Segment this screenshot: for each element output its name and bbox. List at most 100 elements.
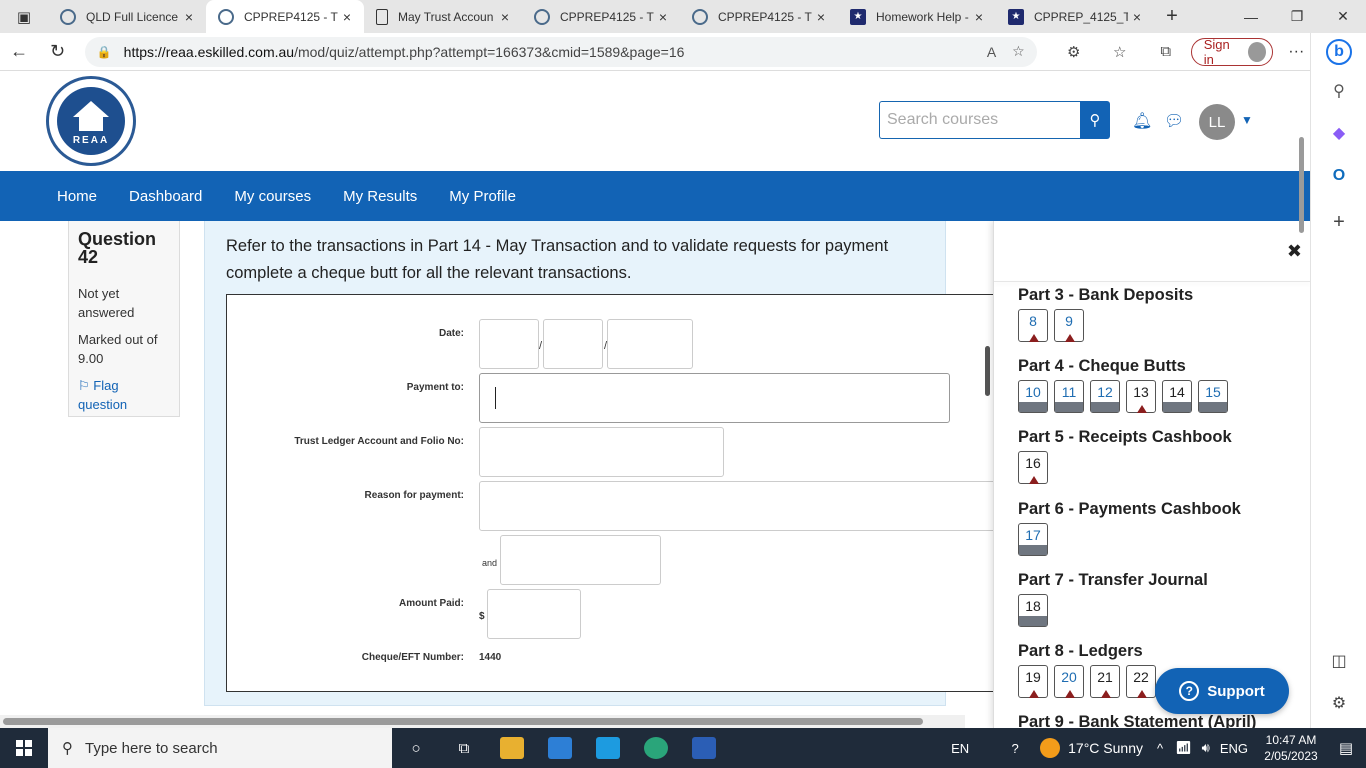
favorites-icon[interactable]: ☆ (1097, 43, 1143, 61)
quiz-nav-button[interactable]: 21 (1090, 665, 1120, 698)
quiz-nav-button[interactable]: 9 (1054, 309, 1084, 342)
clock[interactable]: 10:47 AM 2/05/2023 (1256, 732, 1326, 764)
quiz-nav-button[interactable]: 20 (1054, 665, 1084, 698)
quiz-nav-button[interactable]: 16 (1018, 451, 1048, 484)
word-icon[interactable] (680, 728, 728, 768)
restore-icon[interactable]: ❐ (1274, 0, 1320, 33)
weather-text[interactable]: 17°C Sunny (1068, 740, 1143, 756)
settings-gear-icon[interactable]: ⚙ (1328, 693, 1350, 715)
add-sidebar-icon[interactable]: + (1328, 211, 1350, 233)
drawer-scrollbar-thumb[interactable] (1299, 137, 1304, 233)
close-tab-icon[interactable]: × (812, 9, 830, 25)
question-info: Question 42 Not yet answered Marked out o… (68, 221, 180, 417)
browser-tab[interactable]: ★ Homework Help - × (838, 0, 996, 33)
input-language-short[interactable]: EN (930, 741, 990, 756)
sign-in-button[interactable]: Sign in (1190, 37, 1273, 67)
collections-icon[interactable]: ⧉ (1143, 43, 1189, 60)
support-button[interactable]: ? Support (1155, 668, 1289, 714)
quiz-nav-button[interactable]: 11 (1054, 380, 1084, 413)
browser-tab[interactable]: ★ CPPREP_4125_Tru × (996, 0, 1154, 33)
volume-icon[interactable]: 🔊︎ (1202, 740, 1210, 756)
add-favorite-icon[interactable]: ☆ (1012, 43, 1025, 60)
cortana-icon[interactable]: ○ (392, 728, 440, 768)
file-explorer-icon[interactable] (488, 728, 536, 768)
messages-chat-icon[interactable]: 💬︎ (1164, 111, 1184, 131)
content-scrollbar-thumb[interactable] (985, 346, 990, 396)
quiz-nav-button[interactable]: 22 (1126, 665, 1156, 698)
close-tab-icon[interactable]: × (654, 9, 672, 25)
section-title: Part 5 - Receipts Cashbook (1018, 428, 1232, 446)
amount-input[interactable] (487, 589, 581, 639)
close-tab-icon[interactable]: × (1128, 9, 1146, 25)
close-drawer-icon[interactable]: ✖ (1287, 241, 1302, 262)
read-aloud-icon[interactable]: A (987, 44, 996, 60)
close-tab-icon[interactable]: × (338, 9, 356, 25)
payment-to-input[interactable] (479, 373, 950, 423)
more-options-icon[interactable]: ··· (1283, 43, 1310, 61)
shopping-icon[interactable]: ◆ (1328, 123, 1350, 145)
extensions-icon[interactable]: ⚙ (1051, 43, 1097, 61)
date-day-input[interactable] (479, 319, 539, 369)
url-field[interactable]: 🔒 https://reaa.eskilled.com.au/mod/quiz/… (84, 36, 1037, 67)
close-tab-icon[interactable]: × (496, 9, 514, 25)
input-language[interactable]: ENG (1220, 741, 1248, 756)
browser-tab[interactable]: May Trust Accoun × (364, 0, 522, 33)
flag-question-link[interactable]: ⚐ Flag question (78, 376, 170, 414)
network-icon[interactable]: 📶︎ (1175, 740, 1192, 756)
edge-icon[interactable] (632, 728, 680, 768)
windows-start-button[interactable] (0, 728, 48, 768)
store-icon[interactable] (536, 728, 584, 768)
close-window-icon[interactable]: ✕ (1320, 0, 1366, 33)
nav-my-profile[interactable]: My Profile (433, 188, 532, 205)
quiz-nav-button[interactable]: 17 (1018, 523, 1048, 556)
search-button[interactable]: ⚲ (1080, 101, 1110, 139)
reason-input[interactable] (479, 481, 999, 531)
help-tray-icon[interactable]: ? (990, 741, 1040, 756)
ledger-folio-input[interactable] (479, 427, 724, 477)
new-tab-icon[interactable]: + (1154, 0, 1190, 33)
horizontal-scrollbar[interactable] (0, 715, 965, 728)
ledger-folio-label: Trust Ledger Account and Folio No: (294, 436, 464, 447)
taskbar-search[interactable]: ⚲ Type here to search (48, 728, 392, 768)
quiz-nav-button[interactable]: 10 (1018, 380, 1048, 413)
quiz-nav-button[interactable]: 15 (1198, 380, 1228, 413)
nav-my-courses[interactable]: My courses (218, 188, 327, 205)
search-icon[interactable]: ⚲ (1328, 81, 1350, 103)
browser-tab[interactable]: CPPREP4125 - Tru × (680, 0, 838, 33)
notifications-icon[interactable]: ▤ (1326, 739, 1366, 757)
quiz-nav-button[interactable]: 18 (1018, 594, 1048, 627)
section-title: Part 6 - Payments Cashbook (1018, 500, 1241, 518)
bing-icon[interactable]: b (1326, 39, 1352, 65)
tab-actions-icon[interactable]: ▣ (0, 0, 48, 33)
quiz-nav-button[interactable]: 12 (1090, 380, 1120, 413)
nav-home[interactable]: Home (41, 188, 113, 205)
notifications-bell-icon[interactable]: 🔔︎ (1132, 111, 1152, 131)
date-year-input[interactable] (607, 319, 693, 369)
myhp-icon[interactable] (584, 728, 632, 768)
nav-dashboard[interactable]: Dashboard (113, 188, 218, 205)
user-avatar[interactable]: LL (1199, 104, 1235, 140)
browser-tab[interactable]: QLD Full Licence × (48, 0, 206, 33)
browser-tab[interactable]: CPPREP4125 - Tru × (522, 0, 680, 33)
chevron-down-icon[interactable]: ▼ (1241, 113, 1253, 127)
quiz-nav-button-current[interactable]: 14 (1162, 380, 1192, 413)
search-courses-input[interactable] (879, 101, 1080, 139)
horizontal-scrollbar-thumb[interactable] (3, 718, 923, 725)
refresh-icon[interactable]: ↻ (38, 41, 76, 62)
quiz-nav-button[interactable]: 13 (1126, 380, 1156, 413)
close-tab-icon[interactable]: × (970, 9, 988, 25)
task-view-icon[interactable]: ⧉ (440, 728, 488, 768)
minimize-icon[interactable]: — (1228, 0, 1274, 33)
reason-second-input[interactable] (500, 535, 661, 585)
sidebar-toggle-icon[interactable]: ◫ (1328, 651, 1350, 673)
quiz-nav-button[interactable]: 8 (1018, 309, 1048, 342)
outlook-icon[interactable]: O (1328, 165, 1350, 187)
close-tab-icon[interactable]: × (180, 9, 198, 25)
nav-my-results[interactable]: My Results (327, 188, 433, 205)
quiz-nav-button[interactable]: 19 (1018, 665, 1048, 698)
date-month-input[interactable] (543, 319, 603, 369)
browser-tab-active[interactable]: CPPREP4125 - Tru × (206, 0, 364, 33)
reaa-logo[interactable]: REAA (46, 76, 136, 166)
back-icon[interactable]: ← (0, 41, 38, 62)
tray-chevron-up-icon[interactable]: ^ (1157, 741, 1163, 756)
